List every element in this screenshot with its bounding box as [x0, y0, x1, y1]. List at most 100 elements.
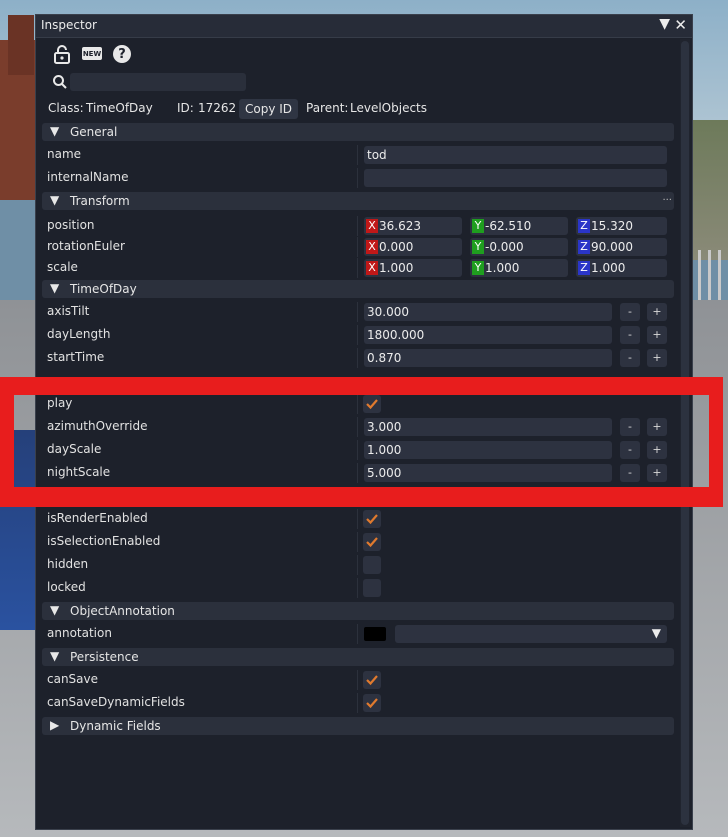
row-position: position X 36.623 Y -62.510 Z 15.320 — [36, 216, 674, 236]
column-divider[interactable] — [357, 168, 358, 188]
column-divider[interactable] — [357, 693, 358, 713]
locked-checkbox[interactable] — [363, 579, 381, 597]
column-divider[interactable] — [357, 624, 358, 644]
cansavedynamicfields-checkbox[interactable] — [363, 694, 381, 712]
checkmark-icon — [366, 698, 378, 709]
annotation-color-swatch[interactable] — [364, 627, 386, 641]
section-label: TimeOfDay — [70, 282, 137, 296]
building-tower — [8, 15, 34, 75]
nightscale-input[interactable]: 5.000 — [364, 464, 612, 482]
column-divider[interactable] — [357, 578, 358, 598]
decrement-button[interactable]: - — [620, 349, 640, 367]
expand-arrow-icon: ▼ — [50, 649, 60, 663]
help-icon[interactable]: ? — [113, 45, 131, 63]
column-divider[interactable] — [357, 555, 358, 575]
rotation-x[interactable]: X 0.000 — [366, 240, 413, 256]
increment-button[interactable]: + — [647, 441, 667, 459]
position-y[interactable]: Y -62.510 — [472, 219, 531, 235]
field-label: azimuthOverride — [47, 419, 148, 433]
increment-button[interactable]: + — [647, 303, 667, 321]
column-divider[interactable] — [357, 348, 358, 368]
section-objectannotation[interactable]: ▼ ObjectAnnotation — [42, 602, 674, 620]
field-label: internalName — [47, 170, 129, 184]
increment-button[interactable]: + — [647, 349, 667, 367]
rotation-x-value: 0.000 — [379, 240, 414, 254]
column-divider[interactable] — [357, 670, 358, 690]
increment-button[interactable]: + — [647, 418, 667, 436]
scrollbar[interactable] — [680, 39, 690, 827]
scale-z[interactable]: Z 1.000 — [578, 261, 625, 277]
field-label: canSave — [47, 672, 99, 686]
scale-y[interactable]: Y 1.000 — [472, 261, 519, 277]
row-locked: locked — [36, 578, 674, 598]
section-timeofday[interactable]: ▼ TimeOfDay — [42, 280, 674, 298]
scale-x[interactable]: X 1.000 — [366, 261, 413, 277]
increment-button[interactable]: + — [647, 464, 667, 482]
decrement-button[interactable]: - — [620, 326, 640, 344]
increment-button[interactable]: + — [647, 326, 667, 344]
scrollbar-thumb[interactable] — [681, 41, 689, 825]
position-z[interactable]: Z 15.320 — [578, 219, 633, 235]
column-divider[interactable] — [357, 145, 358, 165]
play-checkbox[interactable] — [363, 395, 381, 413]
column-divider[interactable] — [357, 509, 358, 529]
section-general[interactable]: ▼ General — [42, 123, 674, 141]
decrement-button[interactable]: - — [620, 441, 640, 459]
lock-icon[interactable] — [51, 43, 73, 65]
azimuthoverride-input[interactable]: 3.000 — [364, 418, 612, 436]
field-label: canSaveDynamicFields — [47, 695, 185, 709]
axistilt-input[interactable]: 30.000 — [364, 303, 612, 321]
copy-id-button[interactable]: Copy ID — [239, 99, 299, 119]
isselectionenabled-checkbox[interactable] — [363, 533, 381, 551]
rotation-z[interactable]: Z 90.000 — [578, 240, 633, 256]
column-divider[interactable] — [357, 258, 358, 278]
column-divider[interactable] — [357, 463, 358, 483]
search-input[interactable] — [70, 73, 246, 91]
isrenderenabled-checkbox[interactable] — [363, 510, 381, 528]
section-dynamic-fields[interactable]: ▶ Dynamic Fields — [42, 717, 674, 735]
expand-arrow-icon: ▼ — [50, 603, 60, 617]
cansave-checkbox[interactable] — [363, 671, 381, 689]
column-divider[interactable] — [357, 216, 358, 236]
column-divider[interactable] — [357, 532, 358, 552]
hidden-checkbox[interactable] — [363, 556, 381, 574]
row-azimuthoverride: azimuthOverride 3.000 - + — [36, 417, 674, 437]
field-label: annotation — [47, 626, 112, 640]
new-icon[interactable]: NEW — [82, 47, 102, 60]
column-divider[interactable] — [357, 325, 358, 345]
collapse-window-icon[interactable]: ▼ — [659, 16, 670, 32]
decrement-button[interactable]: - — [620, 464, 640, 482]
section-transform[interactable]: ▼ Transform ... — [42, 192, 674, 210]
section-label: ObjectAnnotation — [70, 604, 175, 618]
name-input[interactable]: tod — [364, 146, 667, 164]
position-x[interactable]: X 36.623 — [366, 219, 421, 235]
starttime-input[interactable]: 0.870 — [364, 349, 612, 367]
daylength-input[interactable]: 1800.000 — [364, 326, 612, 344]
section-label: Transform — [70, 194, 130, 208]
expand-arrow-icon: ▼ — [50, 124, 60, 138]
decrement-button[interactable]: - — [620, 418, 640, 436]
more-options-button[interactable]: ... — [662, 192, 672, 203]
internalname-input[interactable] — [364, 169, 667, 187]
field-label: dayLength — [47, 327, 111, 341]
position-y-value: -62.510 — [485, 219, 532, 233]
column-divider[interactable] — [357, 302, 358, 322]
chevron-down-icon: ▼ — [651, 626, 661, 640]
annotation-dropdown[interactable]: ▼ — [395, 625, 667, 643]
column-divider[interactable] — [357, 440, 358, 460]
column-divider[interactable] — [357, 417, 358, 437]
decrement-button[interactable]: - — [620, 303, 640, 321]
inspector-window: Inspector ▼ ✕ NEW ? Class: TimeOfDay ID:… — [35, 14, 693, 830]
rotation-y-value: -0.000 — [485, 240, 524, 254]
section-persistence[interactable]: ▼ Persistence — [42, 648, 674, 666]
column-divider[interactable] — [357, 394, 358, 414]
close-window-icon[interactable]: ✕ — [674, 16, 687, 34]
field-label: isSelectionEnabled — [47, 534, 161, 548]
dayscale-input[interactable]: 1.000 — [364, 441, 612, 459]
rotation-y[interactable]: Y -0.000 — [472, 240, 524, 256]
field-label: dayScale — [47, 442, 102, 456]
expand-arrow-icon: ▼ — [50, 193, 60, 207]
column-divider[interactable] — [357, 237, 358, 257]
section-label: Persistence — [70, 650, 139, 664]
inspector-titlebar[interactable]: Inspector ▼ ✕ — [36, 15, 692, 38]
